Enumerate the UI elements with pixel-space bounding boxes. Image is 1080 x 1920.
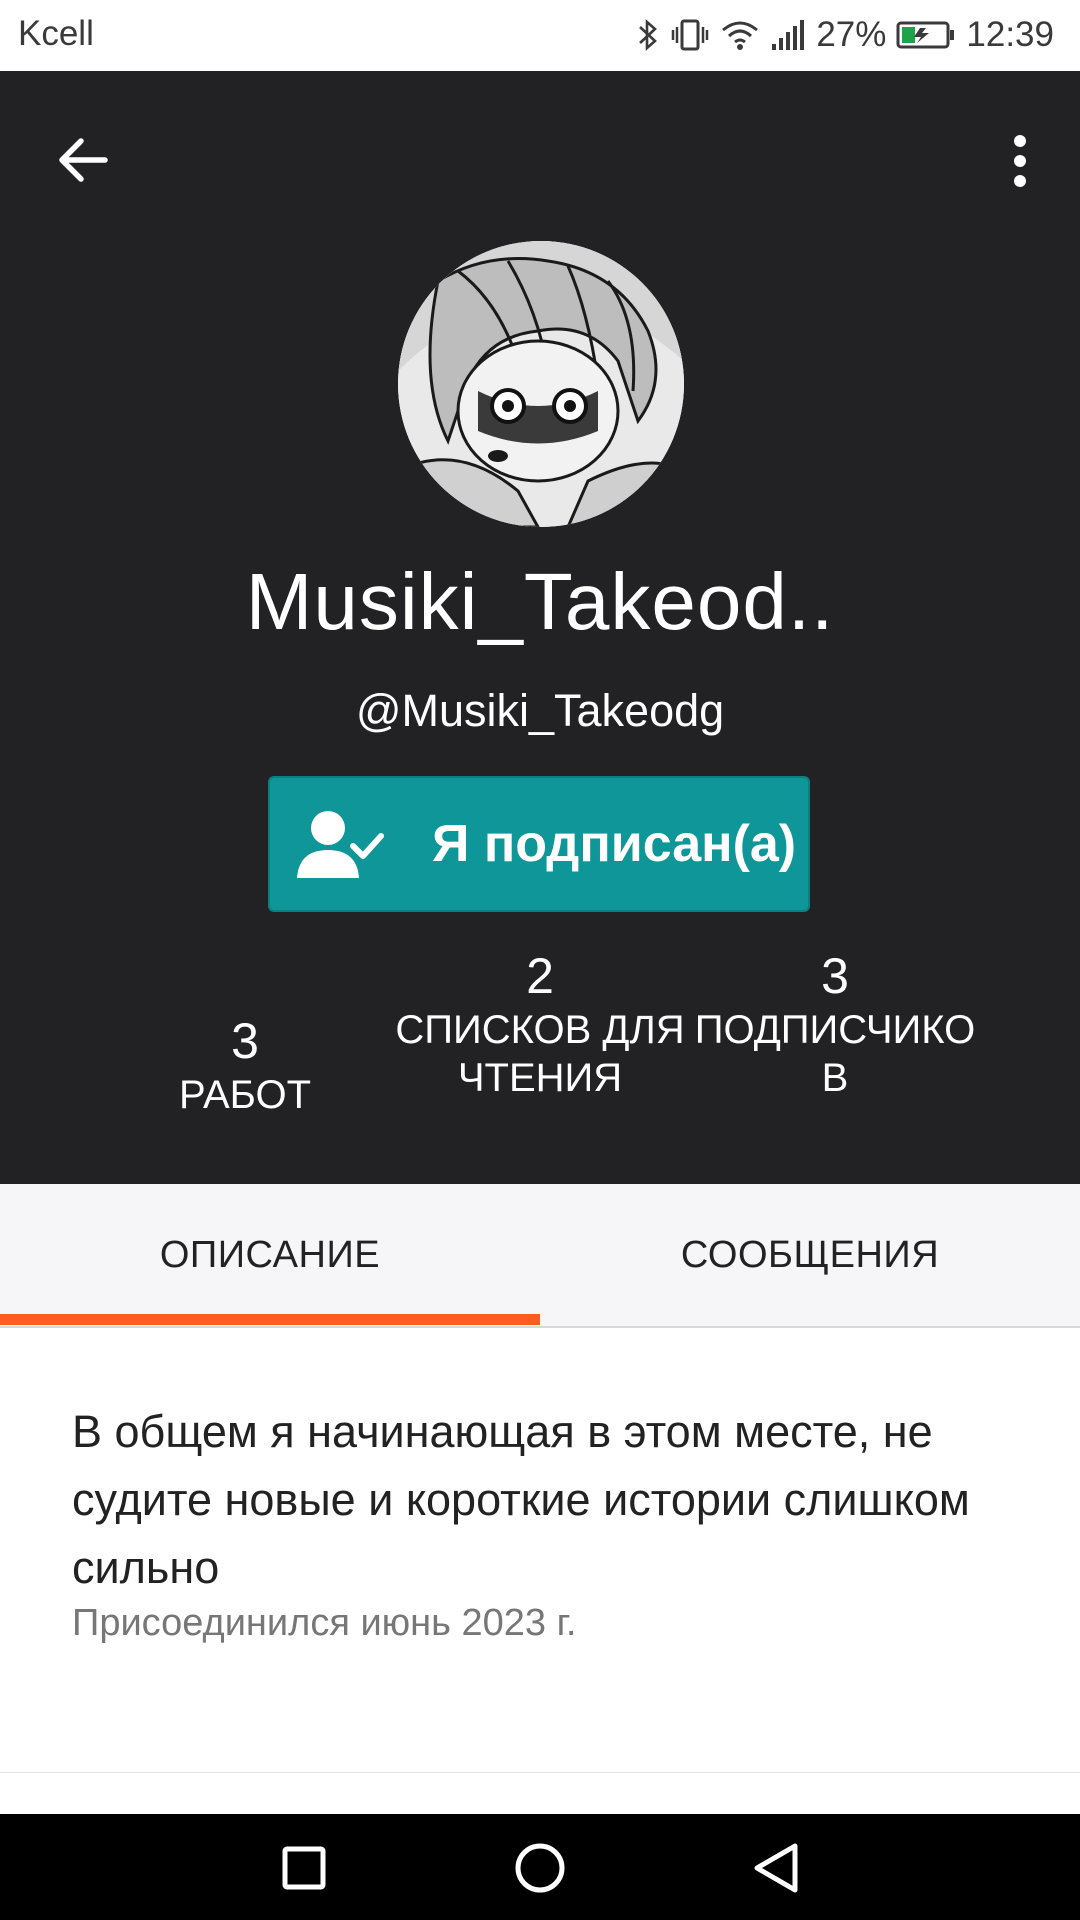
stat-followers-value: 3	[821, 948, 849, 1004]
recent-apps-icon	[282, 1846, 326, 1890]
stat-reading-lists[interactable]: 2 СПИСКОВ ДЛЯ ЧТЕНИЯ	[380, 946, 700, 1102]
display-name: Musiki_Takeod..	[245, 557, 835, 646]
clock: 12:39	[966, 15, 1054, 54]
stat-reading-lists-label-1: СПИСКОВ ДЛЯ	[395, 1008, 685, 1052]
stat-works-label: РАБОТ	[178, 1073, 312, 1117]
battery-icon	[896, 20, 956, 50]
arrow-left-icon	[59, 138, 108, 182]
tab-messages[interactable]: СООБЩЕНИЯ	[540, 1184, 1080, 1326]
tab-description[interactable]: ОПИСАНИЕ	[0, 1184, 540, 1326]
back-icon	[754, 1843, 798, 1893]
profile-description: В общем я начинающая в этом месте, не су…	[72, 1406, 970, 1593]
profile-header: Musiki_Takeod.. @Musiki_Takeodg Я подпис…	[0, 71, 1080, 1184]
profile-tabs: ОПИСАНИЕ СООБЩЕНИЯ	[0, 1184, 1080, 1328]
bluetooth-icon	[636, 17, 660, 53]
signal-icon	[770, 18, 806, 52]
avatar[interactable]	[398, 241, 684, 527]
status-bar: Kcell 27% 12:39	[0, 0, 1080, 71]
avatar-image	[398, 241, 684, 527]
home-button[interactable]	[508, 1836, 572, 1900]
stat-works[interactable]: 3 РАБОТ	[130, 971, 360, 1119]
system-nav-bar	[0, 1814, 1080, 1920]
back-button[interactable]	[50, 127, 116, 193]
divider	[0, 1772, 1080, 1773]
following-button[interactable]: Я подписан(а)	[268, 776, 810, 912]
stat-followers-label-2: В	[821, 1056, 849, 1100]
stat-reading-lists-label-2: ЧТЕНИЯ	[457, 1056, 623, 1100]
tab-messages-label: СООБЩЕНИЯ	[680, 1233, 940, 1276]
stat-followers-label-1: ПОДПИСЧИКО	[694, 1008, 976, 1052]
joined-date: Присоединился июнь 2023 г.	[72, 1602, 577, 1644]
more-vertical-icon	[1014, 135, 1026, 187]
battery-percent: 27%	[816, 15, 887, 54]
stat-works-value: 3	[231, 1013, 259, 1069]
carrier-name: Kcell	[18, 14, 94, 53]
nav-back-button[interactable]	[744, 1836, 808, 1900]
recent-apps-button[interactable]	[272, 1836, 336, 1900]
wifi-icon	[720, 18, 760, 52]
username: @Musiki_Takeodg	[355, 685, 725, 736]
user-check-icon	[295, 806, 385, 886]
active-tab-indicator	[0, 1314, 540, 1325]
stat-reading-lists-value: 2	[526, 948, 554, 1004]
stat-followers[interactable]: 3 ПОДПИСЧИКО В	[680, 946, 990, 1102]
vibrate-icon	[670, 17, 710, 53]
home-icon	[515, 1843, 565, 1893]
status-icons: 27% 12:39	[636, 12, 1054, 58]
following-button-label: Я подписан(а)	[432, 815, 797, 873]
more-options-button[interactable]	[990, 126, 1050, 196]
tab-description-label: ОПИСАНИЕ	[159, 1233, 381, 1276]
